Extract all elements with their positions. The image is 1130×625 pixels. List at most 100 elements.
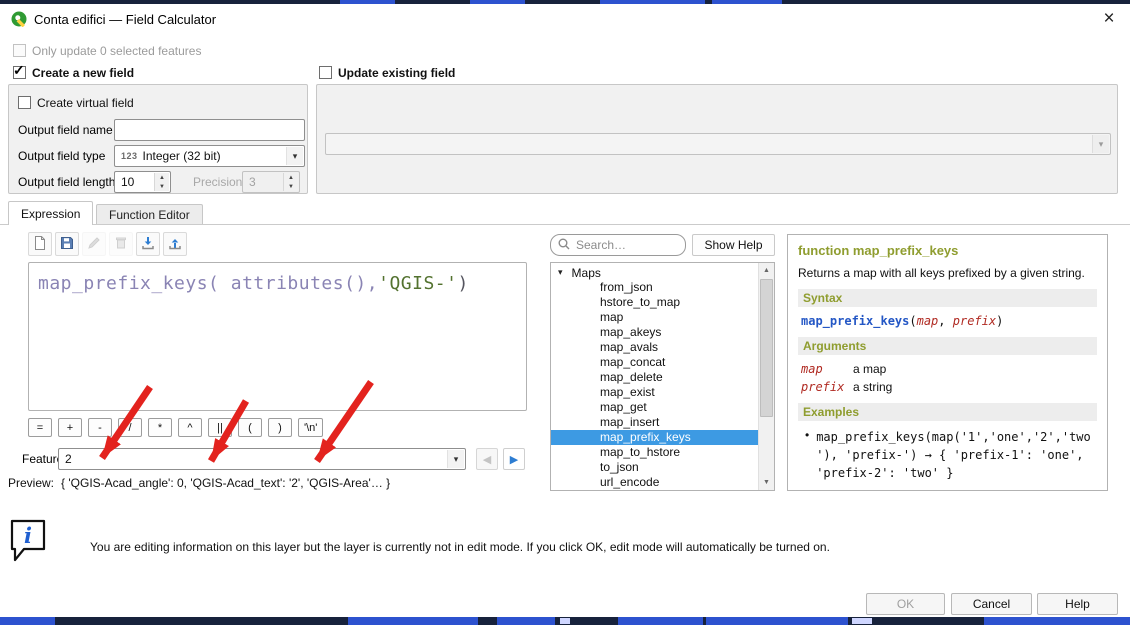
scroll-down-button[interactable]: ▼: [759, 475, 774, 490]
function-item[interactable]: url_encode: [551, 475, 758, 490]
operator-button[interactable]: (: [238, 418, 262, 437]
output-field-name-input[interactable]: [114, 119, 305, 141]
syntax-paren: ): [996, 314, 1003, 328]
operator-button[interactable]: +: [58, 418, 82, 437]
operator-button[interactable]: =: [28, 418, 52, 437]
close-button[interactable]: ×: [1096, 6, 1122, 32]
preview-row: Preview:{ 'QGIS-Acad_angle': 0, 'QGIS-Ac…: [8, 476, 390, 490]
combo-value: 2: [65, 452, 72, 466]
show-help-button[interactable]: Show Help: [692, 234, 775, 256]
function-item[interactable]: from_json: [551, 280, 758, 295]
edit-mode-message: You are editing information on this laye…: [90, 540, 1020, 554]
function-item[interactable]: to_json: [551, 460, 758, 475]
combo-value: Integer (32 bit): [143, 149, 221, 163]
backdrop-shape: [0, 617, 55, 625]
function-item[interactable]: hstore_to_map: [551, 295, 758, 310]
argument-name: prefix: [801, 380, 853, 394]
syntax-arg: prefix: [953, 314, 996, 328]
operator-button[interactable]: /: [118, 418, 142, 437]
function-item[interactable]: map_concat: [551, 355, 758, 370]
function-item[interactable]: map: [551, 310, 758, 325]
checkbox-box[interactable]: [18, 96, 31, 109]
window-title: Conta edifici — Field Calculator: [34, 12, 216, 27]
function-help-title: function map_prefix_keys: [798, 243, 1097, 258]
operator-button[interactable]: -: [88, 418, 112, 437]
save-expression-button[interactable]: [55, 232, 79, 256]
feature-select[interactable]: 2 ▾: [58, 448, 466, 470]
create-new-field-checkbox[interactable]: ✓ Create a new field: [13, 66, 134, 80]
help-button[interactable]: Help: [1037, 593, 1118, 615]
operator-button[interactable]: ^: [178, 418, 202, 437]
backdrop-shape: [706, 617, 848, 625]
spinner-value: 3: [249, 175, 256, 189]
expression-toolbar: [28, 232, 187, 256]
function-item[interactable]: map_avals: [551, 340, 758, 355]
output-field-length-spinner[interactable]: 10 ▲▼: [114, 171, 171, 193]
examples-heading: Examples: [798, 403, 1097, 421]
function-item[interactable]: map_to_hstore: [551, 445, 758, 460]
operator-button[interactable]: ): [268, 418, 292, 437]
output-field-type-select[interactable]: 123 Integer (32 bit) ▾: [114, 145, 305, 167]
output-field-type-label: Output field type: [18, 149, 105, 163]
new-file-icon: [32, 235, 48, 254]
function-help-description: Returns a map with all keys prefixed by …: [798, 266, 1097, 280]
new-expression-button[interactable]: [28, 232, 52, 256]
syntax-paren: (: [909, 314, 916, 328]
import-expressions-button[interactable]: [136, 232, 160, 256]
checkbox-label: Only update 0 selected features: [32, 44, 201, 58]
function-item[interactable]: map_delete: [551, 370, 758, 385]
ok-button: OK: [866, 593, 945, 615]
export-expressions-button[interactable]: [163, 232, 187, 256]
checkbox-label[interactable]: Create a new field: [32, 66, 134, 80]
checkbox-label[interactable]: Create virtual field: [37, 96, 134, 110]
delete-expression-button: [109, 232, 133, 256]
spin-up-icon[interactable]: ▲: [155, 173, 169, 182]
scroll-up-button[interactable]: ▲: [759, 263, 774, 278]
tree-scrollbar[interactable]: ▲ ▼: [758, 263, 774, 490]
create-virtual-field-checkbox[interactable]: Create virtual field: [18, 96, 134, 110]
update-existing-field-checkbox[interactable]: Update existing field: [319, 66, 455, 80]
checkbox-box[interactable]: ✓: [13, 66, 26, 79]
operator-button[interactable]: *: [148, 418, 172, 437]
function-item[interactable]: map_insert: [551, 415, 758, 430]
function-item[interactable]: map_exist: [551, 385, 758, 400]
operator-button[interactable]: ||: [208, 418, 232, 437]
backdrop-shape: [984, 617, 1130, 625]
function-tree[interactable]: ▾ Maps from_json hstore_to_map map map_a…: [550, 262, 775, 491]
code-string: 'QGIS-': [378, 273, 457, 294]
syntax-arg: map: [917, 314, 939, 328]
checkbox-box[interactable]: [319, 66, 332, 79]
function-item[interactable]: map_akeys: [551, 325, 758, 340]
spinner-buttons[interactable]: ▲▼: [154, 173, 169, 191]
tab-pane-border: [0, 224, 1130, 225]
argument-name: map: [801, 362, 853, 376]
output-field-name-label: Output field name: [18, 123, 113, 137]
tree-group-maps[interactable]: ▾ Maps: [551, 265, 758, 280]
scrollbar-thumb[interactable]: [760, 279, 773, 417]
expression-editor[interactable]: map_prefix_keys( attributes(),'QGIS-'): [28, 262, 527, 411]
spinner-value: 10: [121, 175, 134, 189]
save-icon: [59, 235, 75, 254]
backdrop-shape: [560, 618, 570, 624]
operator-button[interactable]: '\n': [298, 418, 323, 437]
chevron-down-icon: ▾: [447, 450, 464, 468]
spin-up-icon: ▲: [284, 173, 298, 182]
next-feature-button[interactable]: ▶: [503, 448, 525, 470]
cancel-button[interactable]: Cancel: [951, 593, 1032, 615]
function-item[interactable]: map_get: [551, 400, 758, 415]
field-calculator-dialog: Conta edifici — Field Calculator × Only …: [0, 4, 1130, 617]
function-item-selected[interactable]: map_prefix_keys: [551, 430, 758, 445]
tab-function-editor[interactable]: Function Editor: [96, 204, 203, 224]
argument-row: prefix a string: [801, 380, 1097, 394]
update-existing-group: ▾: [316, 84, 1118, 194]
function-search-box[interactable]: [550, 234, 686, 256]
tree-group-label[interactable]: Maps: [572, 266, 601, 280]
precision-spinner: 3 ▲▼: [242, 171, 300, 193]
checkbox-label[interactable]: Update existing field: [338, 66, 455, 80]
code-function: map_prefix_keys( attributes(),: [38, 273, 378, 294]
expander-icon[interactable]: ▾: [558, 267, 563, 278]
search-input[interactable]: [576, 238, 679, 252]
spin-down-icon[interactable]: ▼: [155, 182, 169, 191]
tab-expression[interactable]: Expression: [8, 201, 93, 225]
expression-code: map_prefix_keys( attributes(),'QGIS-'): [38, 273, 469, 294]
